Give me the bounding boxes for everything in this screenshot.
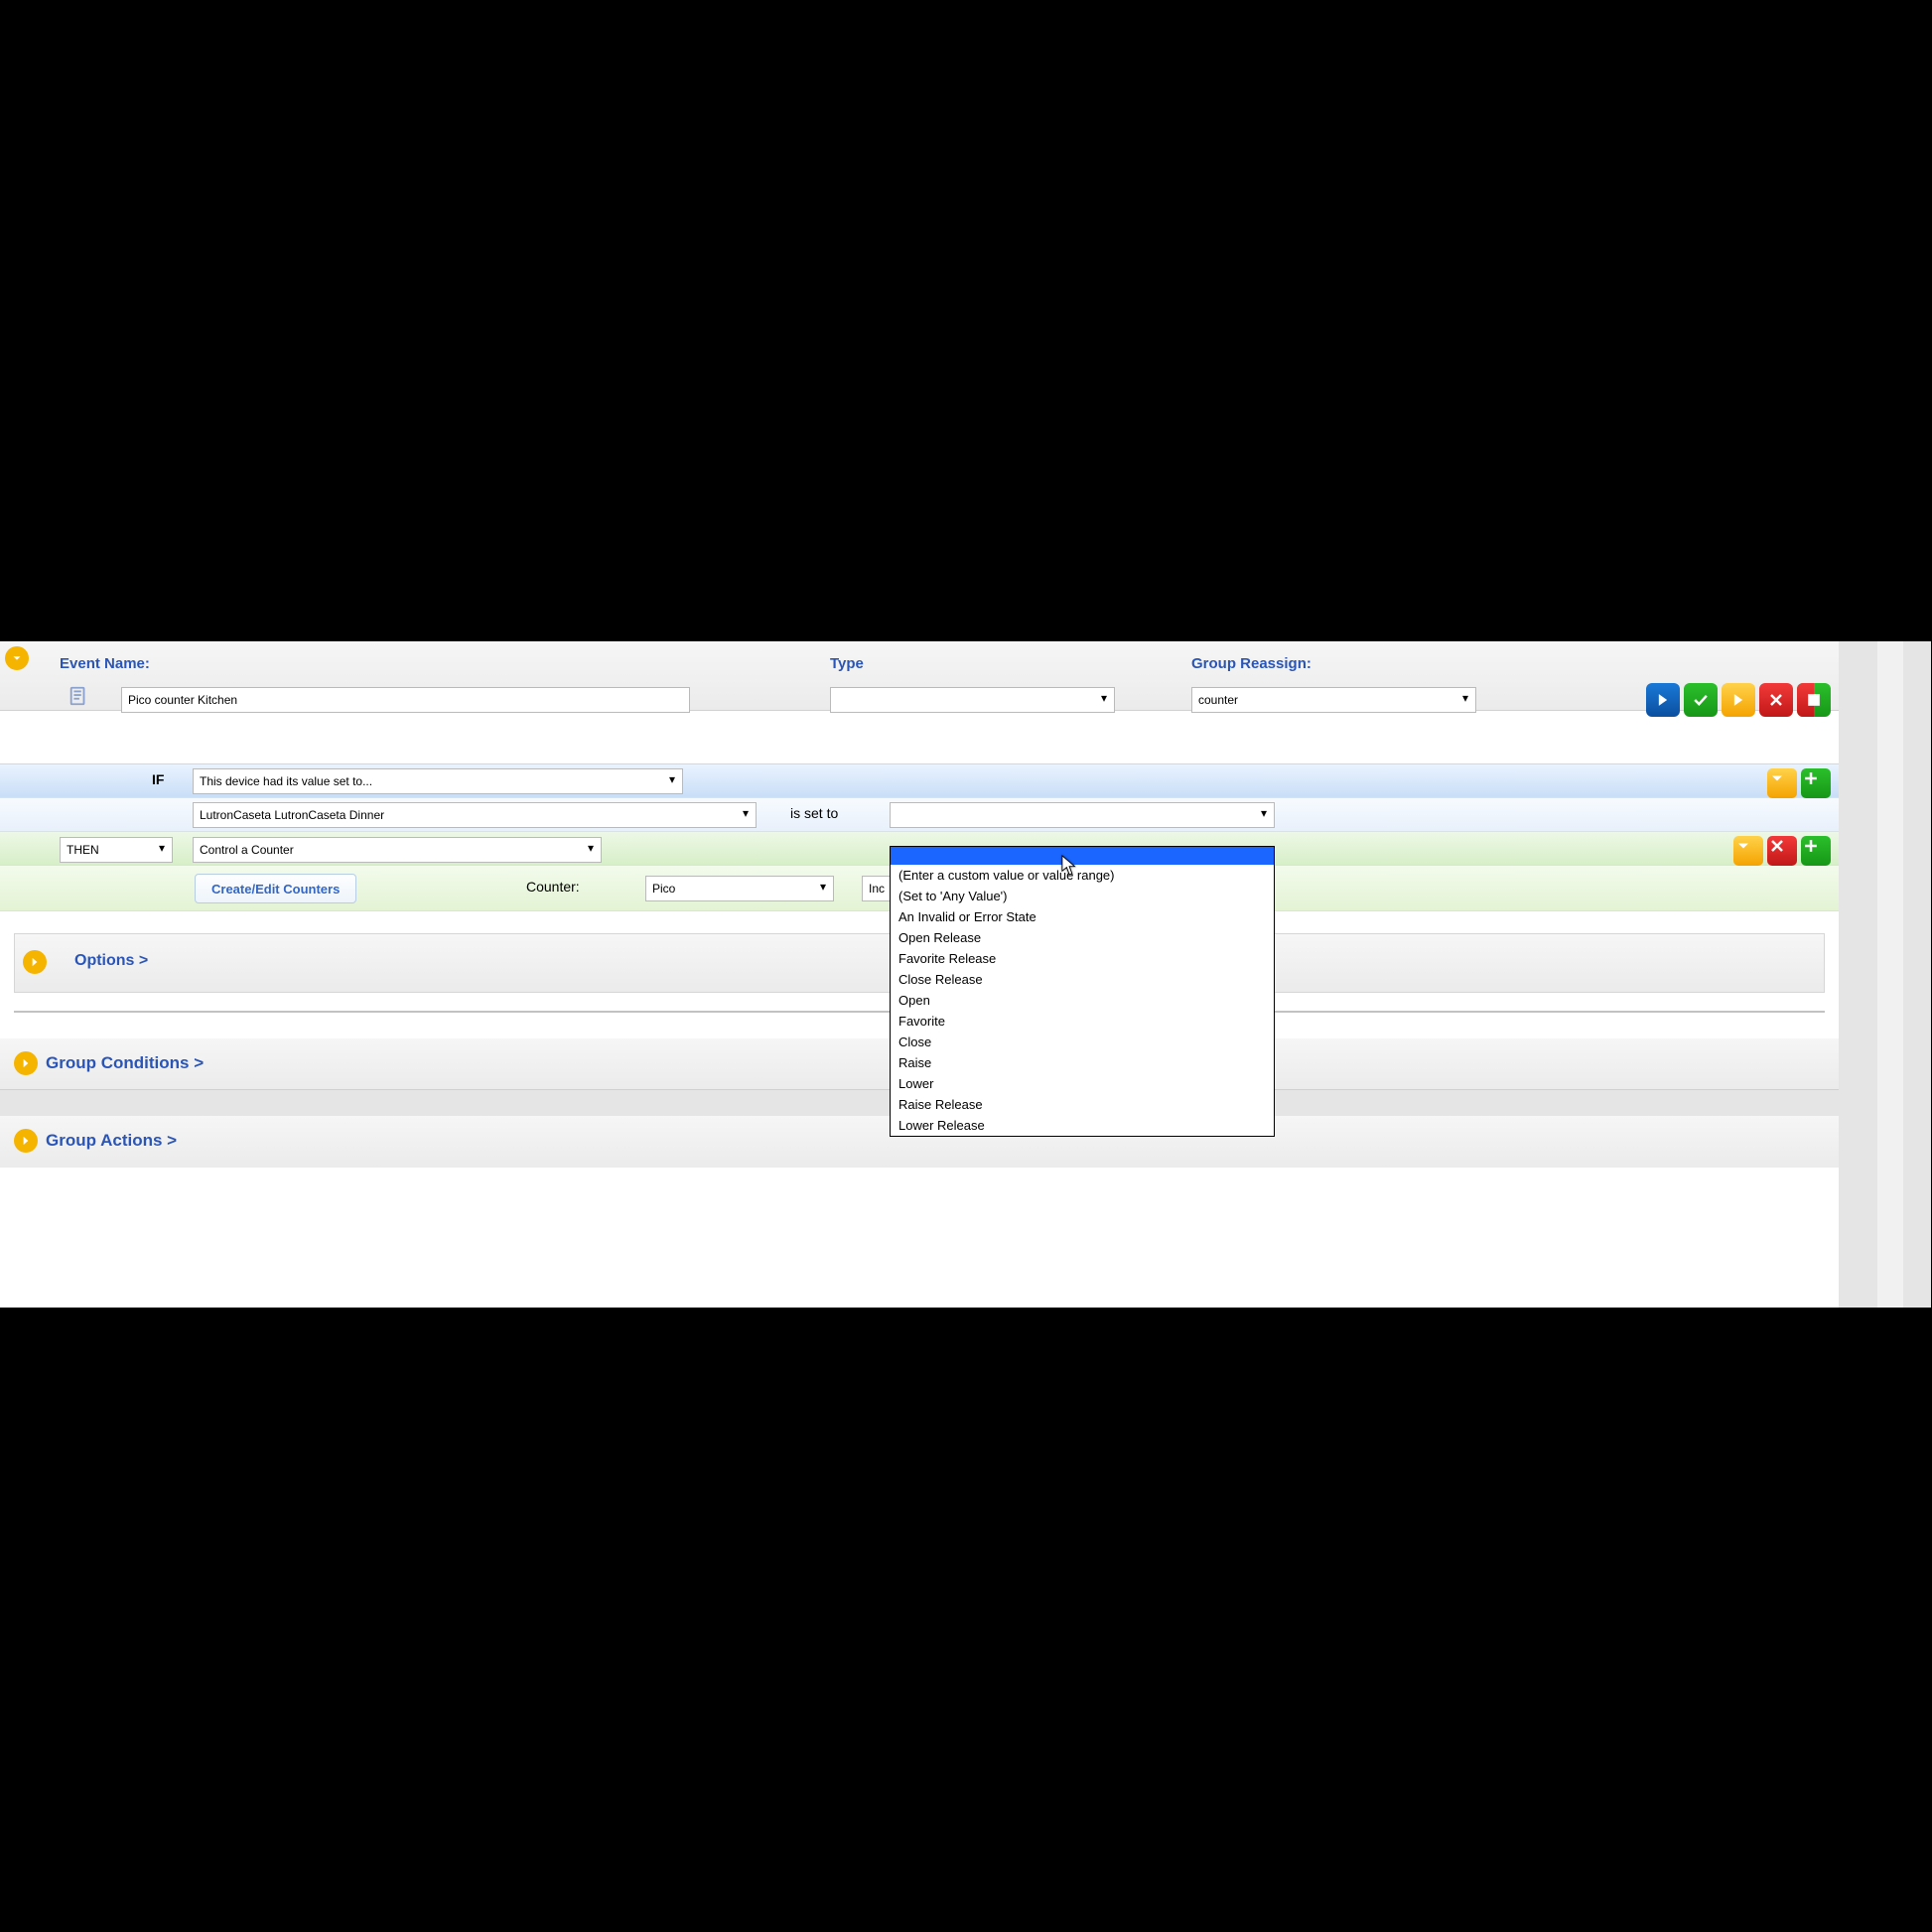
then-add-button[interactable]: [1801, 836, 1831, 866]
options-expand-icon[interactable]: [23, 950, 47, 974]
dropdown-option[interactable]: Open Release: [891, 927, 1274, 948]
device-select[interactable]: LutronCaseta LutronCaseta Dinner: [193, 802, 757, 828]
dropdown-option[interactable]: Open: [891, 990, 1274, 1011]
copy-split-button[interactable]: [1797, 683, 1831, 717]
event-name-input[interactable]: [121, 687, 690, 713]
dropdown-option[interactable]: An Invalid or Error State: [891, 906, 1274, 927]
dropdown-option[interactable]: Close: [891, 1032, 1274, 1052]
group-conditions-expand-icon[interactable]: [14, 1051, 38, 1075]
then-action-select[interactable]: Control a Counter: [193, 837, 602, 863]
scrollbar[interactable]: [1877, 641, 1903, 1308]
then-keyword-select[interactable]: THEN: [60, 837, 173, 863]
dropdown-option[interactable]: [891, 847, 1274, 865]
then-expand-button[interactable]: [1733, 836, 1763, 866]
device-row: LutronCaseta LutronCaseta Dinner is set …: [0, 798, 1839, 832]
then-delete-button[interactable]: [1767, 836, 1797, 866]
dropdown-option[interactable]: (Enter a custom value or value range): [891, 865, 1274, 886]
dropdown-option[interactable]: Lower Release: [891, 1115, 1274, 1136]
group-actions-link[interactable]: Group Actions >: [46, 1131, 177, 1151]
if-condition-select[interactable]: This device had its value set to...: [193, 768, 683, 794]
value-dropdown-list[interactable]: (Enter a custom value or value range)(Se…: [890, 846, 1275, 1137]
play-button[interactable]: [1722, 683, 1755, 717]
type-select[interactable]: [830, 687, 1115, 713]
event-header: Event Name: Type Group Reassign: counter: [0, 641, 1839, 711]
confirm-button[interactable]: [1684, 683, 1718, 717]
dropdown-option[interactable]: Raise Release: [891, 1094, 1274, 1115]
header-toolbar: [1646, 683, 1831, 717]
if-add-button[interactable]: [1801, 768, 1831, 798]
group-actions-expand-icon[interactable]: [14, 1129, 38, 1153]
type-label: Type: [830, 655, 864, 672]
group-select[interactable]: counter: [1191, 687, 1476, 713]
value-select[interactable]: [890, 802, 1275, 828]
is-set-to-text: is set to: [790, 805, 838, 821]
event-name-label: Event Name:: [60, 655, 150, 672]
create-edit-counters-button[interactable]: Create/Edit Counters: [195, 874, 356, 903]
counter-label: Counter:: [526, 879, 580, 895]
counter-select[interactable]: Pico: [645, 876, 834, 901]
dropdown-option[interactable]: Lower: [891, 1073, 1274, 1094]
if-keyword: IF: [152, 771, 164, 787]
group-conditions-link[interactable]: Group Conditions >: [46, 1053, 204, 1073]
spacer: [0, 711, 1839, 764]
run-button[interactable]: [1646, 683, 1680, 717]
group-reassign-label: Group Reassign:: [1191, 655, 1311, 672]
delete-button[interactable]: [1759, 683, 1793, 717]
if-expand-button[interactable]: [1767, 768, 1797, 798]
dropdown-option[interactable]: (Set to 'Any Value'): [891, 886, 1274, 906]
dropdown-option[interactable]: Raise: [891, 1052, 1274, 1073]
dropdown-option[interactable]: Favorite: [891, 1011, 1274, 1032]
note-icon[interactable]: [68, 685, 91, 709]
if-row: IF This device had its value set to...: [0, 764, 1839, 798]
collapse-icon[interactable]: [5, 646, 29, 670]
scroll-gutter: [1839, 641, 1931, 1308]
dropdown-option[interactable]: Close Release: [891, 969, 1274, 990]
dropdown-option[interactable]: Favorite Release: [891, 948, 1274, 969]
options-link[interactable]: Options >: [74, 952, 148, 970]
